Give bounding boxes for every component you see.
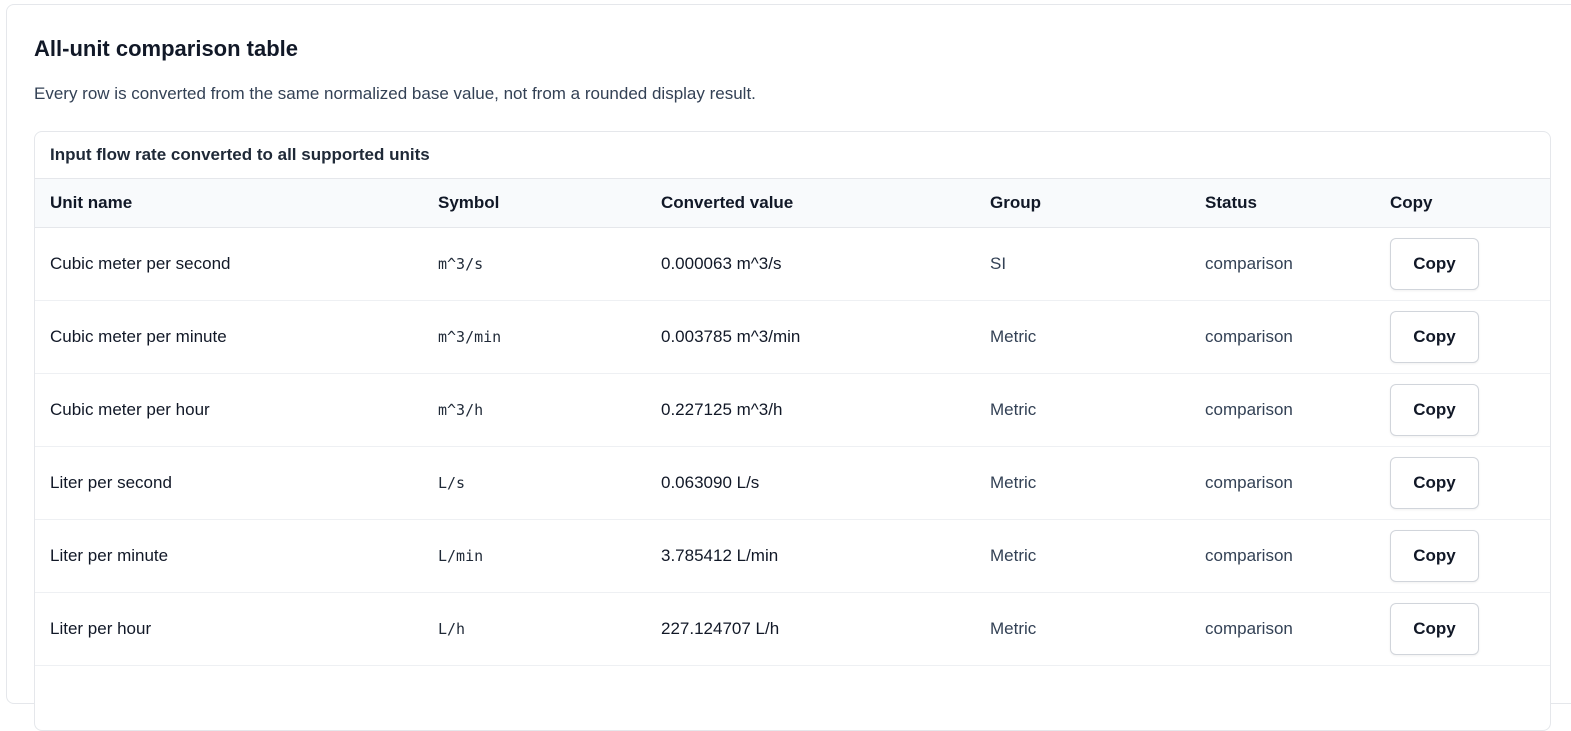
cell-status: comparison <box>1190 519 1375 593</box>
cell-converted-value: 0.227125 m^3/h <box>646 373 975 447</box>
header-row: Unit name Symbol Converted value Group S… <box>35 179 1550 228</box>
table-header: Unit name Symbol Converted value Group S… <box>35 179 1550 228</box>
cell-converted-value: 227.124707 L/h <box>646 592 975 666</box>
cell-unit-name: Liter per hour <box>35 592 423 666</box>
cell-symbol: m^3/min <box>423 300 646 374</box>
cell-unit-name: Cubic meter per second <box>35 227 423 301</box>
cell-converted-value: 0.000063 m^3/s <box>646 227 975 301</box>
cell-status: comparison <box>1190 227 1375 301</box>
cell-copy: Copy <box>1375 446 1550 520</box>
section-title: All-unit comparison table <box>34 36 299 61</box>
header-converted-value: Converted value <box>646 179 975 228</box>
cell-copy: Copy <box>1375 227 1550 301</box>
header-unit-name: Unit name <box>35 179 423 228</box>
table-row: Liter per hour L/h 227.124707 L/h Metric… <box>35 592 1550 666</box>
comparison-table-container: Input flow rate converted to all support… <box>34 131 1551 731</box>
copy-button[interactable]: Copy <box>1390 383 1479 436</box>
cell-unit-name: Liter per minute <box>35 519 423 593</box>
header-status: Status <box>1190 179 1375 228</box>
cell-copy: Copy <box>1375 519 1550 593</box>
table-row: Liter per second L/s 0.063090 L/s Metric… <box>35 446 1550 520</box>
cell-group: SI <box>975 227 1190 301</box>
table-row: Cubic meter per minute m^3/min 0.003785 … <box>35 300 1550 374</box>
cell-symbol: m^3/s <box>423 227 646 301</box>
copy-button[interactable]: Copy <box>1390 310 1479 363</box>
cell-unit-name: Cubic meter per minute <box>35 300 423 374</box>
copy-button[interactable]: Copy <box>1390 456 1479 509</box>
table-row: Cubic meter per hour m^3/h 0.227125 m^3/… <box>35 373 1550 447</box>
cell-unit-name: Liter per second <box>35 446 423 520</box>
cell-copy: Copy <box>1375 300 1550 374</box>
table-caption: Input flow rate converted to all support… <box>35 132 1550 179</box>
copy-button[interactable]: Copy <box>1390 529 1479 582</box>
header-group: Group <box>975 179 1190 228</box>
cell-group: Metric <box>975 446 1190 520</box>
cell-symbol: L/s <box>423 446 646 520</box>
cell-copy: Copy <box>1375 592 1550 666</box>
cell-group: Metric <box>975 300 1190 374</box>
cell-unit-name: Cubic meter per hour <box>35 373 423 447</box>
cell-status: comparison <box>1190 446 1375 520</box>
cell-copy: Copy <box>1375 373 1550 447</box>
cell-symbol: L/h <box>423 592 646 666</box>
section-description: Every row is converted from the same nor… <box>34 84 756 103</box>
header-symbol: Symbol <box>423 179 646 228</box>
comparison-card: All-unit comparison table Every row is c… <box>6 4 1571 731</box>
copy-button[interactable]: Copy <box>1390 602 1479 655</box>
copy-button[interactable]: Copy <box>1390 237 1479 290</box>
cell-symbol: L/min <box>423 519 646 593</box>
cell-status: comparison <box>1190 373 1375 447</box>
cell-status: comparison <box>1190 592 1375 666</box>
cell-status: comparison <box>1190 300 1375 374</box>
cell-converted-value: 3.785412 L/min <box>646 519 975 593</box>
cell-group: Metric <box>975 519 1190 593</box>
table-body: Cubic meter per second m^3/s 0.000063 m^… <box>35 227 1550 666</box>
cell-symbol: m^3/h <box>423 373 646 447</box>
cell-converted-value: 0.003785 m^3/min <box>646 300 975 374</box>
comparison-table: Unit name Symbol Converted value Group S… <box>35 179 1550 666</box>
cell-group: Metric <box>975 373 1190 447</box>
cell-converted-value: 0.063090 L/s <box>646 446 975 520</box>
table-row: Liter per minute L/min 3.785412 L/min Me… <box>35 519 1550 593</box>
cell-group: Metric <box>975 592 1190 666</box>
header-copy: Copy <box>1375 179 1550 228</box>
table-row: Cubic meter per second m^3/s 0.000063 m^… <box>35 227 1550 301</box>
